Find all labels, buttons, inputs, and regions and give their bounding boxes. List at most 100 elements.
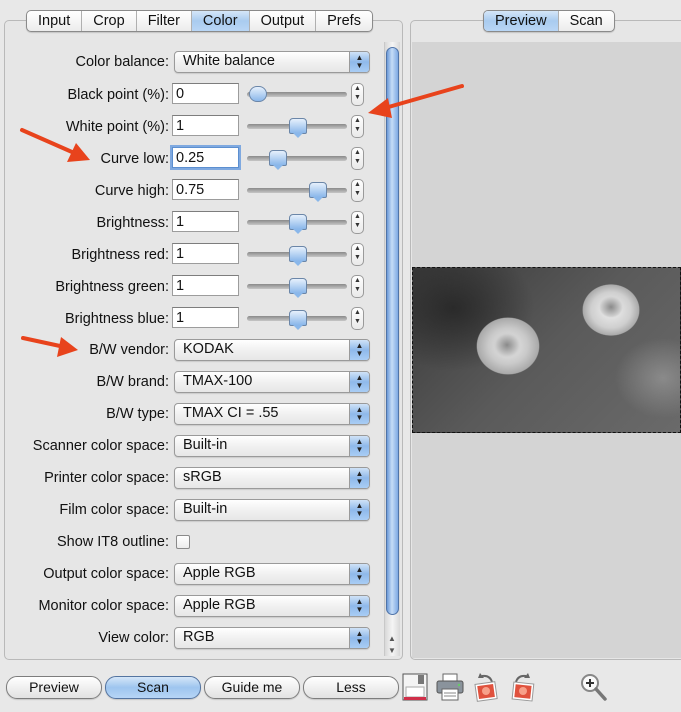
color-balance-row: Color balance: White balance ▲ ▼ [4, 50, 372, 76]
output-color-space-row: Output color space: Apple RGB ▲ ▼ [4, 562, 372, 588]
brightness-green-field[interactable]: 1 [172, 275, 239, 296]
popup-arrows-icon: ▲ ▼ [349, 628, 369, 648]
black-point-stepper[interactable]: ▲ ▼ [351, 83, 364, 106]
bw-vendor-row: B/W vendor: KODAK ▲ ▼ [4, 338, 372, 364]
bw-brand-label: B/W brand: [96, 374, 169, 390]
film-color-space-select[interactable]: Built-in ▲ ▼ [174, 499, 370, 521]
popup-arrows-icon: ▲ ▼ [349, 500, 369, 520]
bw-vendor-label: B/W vendor: [89, 342, 169, 358]
white-point-slider[interactable] [247, 118, 347, 138]
brightness-label: Brightness: [96, 215, 169, 231]
show-it8-checkbox[interactable] [176, 535, 190, 549]
save-icon[interactable] [401, 672, 431, 702]
popup-arrows-icon: ▲ ▼ [349, 564, 369, 584]
preview-image[interactable] [412, 267, 681, 433]
rotate-right-icon[interactable] [508, 672, 538, 702]
black-point-field[interactable]: 0 [172, 83, 239, 104]
brightness-slider[interactable] [247, 214, 347, 234]
scroll-down-arrow-icon[interactable]: ▼ [388, 646, 396, 655]
settings-tabs: Input Crop Filter Color Output Prefs [26, 10, 373, 32]
brightness-blue-field[interactable]: 1 [172, 307, 239, 328]
brightness-red-field[interactable]: 1 [172, 243, 239, 264]
output-color-space-select[interactable]: Apple RGB ▲ ▼ [174, 563, 370, 585]
printer-color-space-select[interactable]: sRGB ▲ ▼ [174, 467, 370, 489]
curve-low-field[interactable]: 0.25 [172, 147, 239, 168]
settings-scrollbar[interactable]: ▲ ▼ [384, 42, 400, 656]
brightness-blue-stepper[interactable]: ▲ ▼ [351, 307, 364, 330]
curve-high-field[interactable]: 0.75 [172, 179, 239, 200]
tab-filter[interactable]: Filter [137, 11, 192, 31]
slider-thumb[interactable] [289, 118, 307, 138]
popup-arrows-icon: ▲ ▼ [349, 436, 369, 456]
scanner-color-space-select[interactable]: Built-in ▲ ▼ [174, 435, 370, 457]
brightness-red-stepper[interactable]: ▲ ▼ [351, 243, 364, 266]
scroll-up-arrow-icon[interactable]: ▲ [388, 634, 396, 643]
brightness-blue-slider[interactable] [247, 310, 347, 330]
brightness-green-label: Brightness green: [55, 279, 169, 295]
brightness-blue-label: Brightness blue: [65, 311, 169, 327]
white-point-field[interactable]: 1 [172, 115, 239, 136]
tab-preview[interactable]: Preview [484, 11, 559, 31]
black-point-slider[interactable] [247, 86, 347, 102]
tab-input[interactable]: Input [27, 11, 83, 31]
brightness-green-stepper[interactable]: ▲ ▼ [351, 275, 364, 298]
show-it8-label: Show IT8 outline: [56, 534, 169, 550]
brightness-stepper[interactable]: ▲ ▼ [351, 211, 364, 234]
tab-output[interactable]: Output [250, 11, 317, 31]
curve-high-row: Curve high: 0.75 ▲ ▼ [4, 179, 372, 205]
brightness-red-row: Brightness red: 1 ▲ ▼ [4, 243, 372, 269]
bw-brand-select[interactable]: TMAX-100 ▲ ▼ [174, 371, 370, 393]
popup-arrows-icon: ▲ ▼ [349, 372, 369, 392]
preview-tabs: Preview Scan [483, 10, 615, 32]
print-icon[interactable] [435, 672, 465, 702]
slider-thumb[interactable] [309, 182, 327, 202]
popup-arrows-icon: ▲ ▼ [349, 404, 369, 424]
black-point-row: Black point (%): 0 ▲ ▼ [4, 83, 372, 109]
brightness-blue-row: Brightness blue: 1 ▲ ▼ [4, 307, 372, 333]
slider-thumb[interactable] [249, 86, 267, 102]
guide-me-button[interactable]: Guide me [204, 676, 300, 699]
zoom-in-icon[interactable] [578, 672, 608, 702]
curve-low-row: Curve low: 0.25 ▲ ▼ [4, 147, 372, 173]
bw-vendor-select[interactable]: KODAK ▲ ▼ [174, 339, 370, 361]
curve-low-stepper[interactable]: ▲ ▼ [351, 147, 364, 170]
white-point-stepper[interactable]: ▲ ▼ [351, 115, 364, 138]
bw-type-select[interactable]: TMAX CI = .55 ▲ ▼ [174, 403, 370, 425]
printer-color-space-label: Printer color space: [44, 470, 169, 486]
view-color-select[interactable]: RGB ▲ ▼ [174, 627, 370, 649]
tab-prefs[interactable]: Prefs [316, 11, 372, 31]
curve-low-slider[interactable] [247, 150, 347, 170]
scan-button[interactable]: Scan [105, 676, 201, 699]
popup-arrows-icon: ▲ ▼ [349, 596, 369, 616]
monitor-color-space-row: Monitor color space: Apple RGB ▲ ▼ [4, 594, 372, 620]
show-it8-row: Show IT8 outline: [4, 530, 372, 556]
brightness-red-label: Brightness red: [71, 247, 169, 263]
brightness-green-row: Brightness green: 1 ▲ ▼ [4, 275, 372, 301]
curve-high-stepper[interactable]: ▲ ▼ [351, 179, 364, 202]
tab-scan[interactable]: Scan [559, 11, 614, 31]
brightness-field[interactable]: 1 [172, 211, 239, 232]
preview-button[interactable]: Preview [6, 676, 102, 699]
curve-high-label: Curve high: [94, 183, 169, 199]
slider-thumb[interactable] [289, 214, 307, 234]
white-point-label: White point (%): [65, 119, 169, 135]
brightness-row: Brightness: 1 ▲ ▼ [4, 211, 372, 237]
color-balance-select[interactable]: White balance ▲ ▼ [174, 51, 370, 73]
bw-type-row: B/W type: TMAX CI = .55 ▲ ▼ [4, 402, 372, 428]
film-color-space-label: Film color space: [59, 502, 169, 518]
curve-high-slider[interactable] [247, 182, 347, 202]
scrollbar-knob[interactable] [386, 47, 399, 615]
brightness-green-slider[interactable] [247, 278, 347, 298]
brightness-red-slider[interactable] [247, 246, 347, 266]
bw-type-label: B/W type: [106, 406, 169, 422]
black-point-label: Black point (%): [67, 87, 169, 103]
monitor-color-space-select[interactable]: Apple RGB ▲ ▼ [174, 595, 370, 617]
slider-thumb[interactable] [289, 310, 307, 330]
tab-color[interactable]: Color [191, 11, 250, 31]
rotate-left-icon[interactable] [472, 672, 502, 702]
slider-thumb[interactable] [269, 150, 287, 170]
less-button[interactable]: Less [303, 676, 399, 699]
slider-thumb[interactable] [289, 278, 307, 298]
tab-crop[interactable]: Crop [82, 11, 137, 31]
slider-thumb[interactable] [289, 246, 307, 266]
